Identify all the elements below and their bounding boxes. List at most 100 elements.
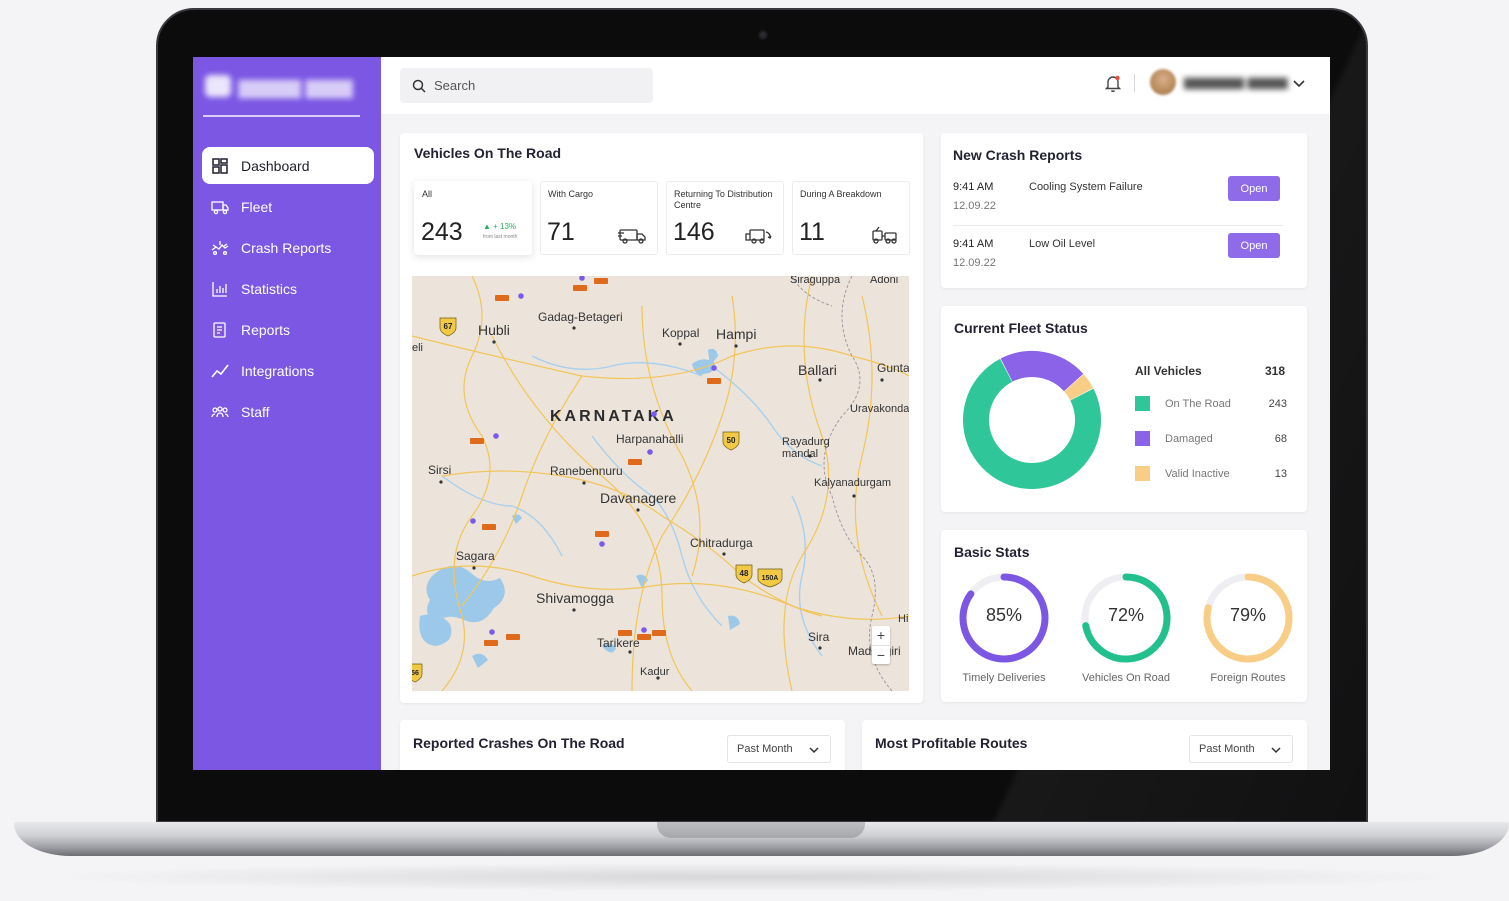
legend-label: Damaged — [1165, 433, 1213, 445]
tile-returning[interactable]: Returning To Distribution Centre 146 — [666, 181, 784, 255]
map-label: Davanagere — [600, 490, 677, 506]
period-dropdown[interactable]: Past Month — [727, 735, 831, 763]
sidebar: ▆▆▆▆ ▆▆▆ Dashboard Fleet Crash Reports S… — [193, 57, 381, 770]
crash-reports-card: New Crash Reports 9:41 AM 12.09.22 Cooli… — [941, 133, 1307, 288]
fleet-status-card: Current Fleet Status All Vehicles 318 On… — [941, 306, 1307, 512]
sidebar-item-label: Statistics — [241, 280, 298, 297]
vehicles-card: Vehicles On The Road All 243 ▲ + 13% fro… — [400, 133, 923, 703]
sidebar-item-label: Crash Reports — [241, 239, 332, 256]
basic-stats-card: Basic Stats 85% Timely Deliveries 72% Ve… — [941, 530, 1307, 702]
map-label: Kadur — [640, 666, 670, 678]
map-label: Gunta — [877, 361, 909, 375]
tile-label: During A Breakdown — [800, 189, 882, 199]
trend-value: + 13% — [493, 222, 517, 231]
profitable-routes-card: Most Profitable Routes Past Month — [862, 720, 1307, 770]
gauge-value: 85% — [985, 605, 1023, 625]
dropdown-value: Past Month — [737, 743, 793, 755]
donut-segment-valid-inactive[interactable] — [1063, 374, 1094, 401]
map-zoom-control: + − — [872, 626, 890, 664]
crash-time: 9:41 AM — [953, 238, 994, 250]
map-label: Hi — [898, 613, 909, 625]
map-label: Hampi — [716, 326, 757, 342]
map-label: Hubli — [478, 322, 510, 338]
app-logo[interactable]: ▆▆▆▆ ▆▆▆ — [205, 73, 355, 99]
sidebar-item-integrations[interactable]: Integrations — [202, 352, 374, 389]
logo-text: ▆▆▆▆ ▆▆▆ — [239, 75, 353, 98]
vehicle-map[interactable]: Siraguppa Adoni Hubli Gadag-Betageri Kop… — [412, 276, 909, 691]
bell-icon[interactable] — [1103, 73, 1123, 93]
sidebar-nav: Dashboard Fleet Crash Reports Statistics… — [202, 147, 374, 434]
crash-reports-title: New Crash Reports — [953, 147, 1083, 163]
gauge-value: 72% — [1107, 605, 1145, 625]
legend-item-valid-inactive: Valid Inactive 13 — [1135, 466, 1295, 482]
sidebar-item-label: Fleet — [241, 198, 273, 215]
crash-row: 9:41 AM 12.09.22 Low Oil Level Open — [953, 233, 1283, 288]
period-dropdown[interactable]: Past Month — [1189, 735, 1293, 763]
tow-truck-icon — [872, 226, 897, 244]
tile-with-cargo[interactable]: With Cargo 71 — [540, 181, 658, 255]
legend-value: 13 — [1274, 468, 1287, 480]
tile-value: 71 — [547, 218, 575, 246]
tile-value: 243 — [421, 218, 463, 246]
map-label: Gadag-Betageri — [538, 310, 623, 324]
crash-row: 9:41 AM 12.09.22 Cooling System Failure … — [953, 176, 1283, 231]
search-box[interactable] — [400, 68, 653, 103]
tile-label: All — [422, 189, 433, 199]
open-button[interactable]: Open — [1228, 233, 1280, 258]
sidebar-item-crash-reports[interactable]: Crash Reports — [202, 229, 374, 266]
tile-value: 11 — [799, 218, 825, 246]
trend-up: ▲ + 13% — [483, 222, 517, 231]
reported-crashes-title: Reported Crashes On The Road — [413, 735, 625, 751]
crash-description: Cooling System Failure — [1029, 181, 1143, 193]
search-icon — [412, 79, 426, 93]
map-label: Chitradurga — [690, 536, 753, 550]
sidebar-item-staff[interactable]: Staff — [202, 393, 374, 430]
profitable-routes-title: Most Profitable Routes — [875, 735, 1028, 751]
chevron-down-icon[interactable] — [1291, 75, 1307, 91]
sidebar-item-dashboard[interactable]: Dashboard — [202, 147, 374, 184]
open-button[interactable]: Open — [1228, 176, 1280, 201]
legend-value: 68 — [1274, 433, 1287, 445]
fleet-status-title: Current Fleet Status — [954, 320, 1088, 336]
chevron-down-icon — [809, 747, 819, 754]
donut-segment-damaged[interactable] — [1000, 351, 1084, 392]
legend-total-label: All Vehicles — [1135, 364, 1202, 378]
legend-value: 243 — [1268, 398, 1287, 410]
crash-icon — [211, 240, 229, 255]
camera-icon — [758, 30, 768, 40]
crash-date: 12.09.22 — [953, 257, 996, 269]
legend-item-on-road: On The Road 243 — [1135, 396, 1295, 412]
legend-label: On The Road — [1165, 398, 1231, 410]
top-bar: ▆▆▆▆▆▆ ▆▆▆▆ — [381, 57, 1330, 114]
map-label: KARNATAKA — [550, 408, 677, 425]
tile-all[interactable]: All 243 ▲ + 13% from last month — [414, 181, 532, 255]
app-screen: ▆▆▆▆ ▆▆▆ Dashboard Fleet Crash Reports S… — [193, 57, 1330, 770]
sidebar-item-reports[interactable]: Reports — [202, 311, 374, 348]
bar-chart-icon — [212, 281, 227, 297]
sidebar-item-statistics[interactable]: Statistics — [202, 270, 374, 307]
line-chart-icon — [211, 364, 229, 378]
avatar[interactable] — [1150, 69, 1176, 95]
reported-crashes-card: Reported Crashes On The Road Past Month — [400, 720, 845, 770]
search-input[interactable] — [434, 78, 634, 93]
map-label: Ballari — [798, 362, 837, 378]
map-label: eli — [412, 342, 424, 354]
fleet-donut-chart[interactable] — [961, 349, 1103, 491]
map-label: Uravakonda — [850, 403, 909, 415]
user-name[interactable]: ▆▆▆▆▆▆ ▆▆▆▆ — [1184, 74, 1288, 90]
zoom-in-button[interactable]: + — [872, 626, 890, 645]
sidebar-item-fleet[interactable]: Fleet — [202, 188, 374, 225]
legend-swatch — [1135, 396, 1150, 411]
gauge-label: Timely Deliveries — [962, 672, 1046, 684]
map-label: Kalyanadurgam — [814, 477, 892, 489]
dropdown-value: Past Month — [1199, 743, 1255, 755]
sidebar-item-label: Integrations — [241, 362, 315, 379]
row-divider — [953, 225, 1283, 226]
crash-date: 12.09.22 — [953, 200, 996, 212]
tile-breakdown[interactable]: During A Breakdown 11 — [792, 181, 910, 255]
sidebar-item-label: Dashboard — [241, 157, 310, 174]
tile-label: Returning To Distribution Centre — [674, 189, 773, 210]
zoom-out-button[interactable]: − — [872, 645, 890, 664]
legend-item-damaged: Damaged 68 — [1135, 431, 1295, 447]
map-label: Shivamogga — [536, 590, 614, 606]
